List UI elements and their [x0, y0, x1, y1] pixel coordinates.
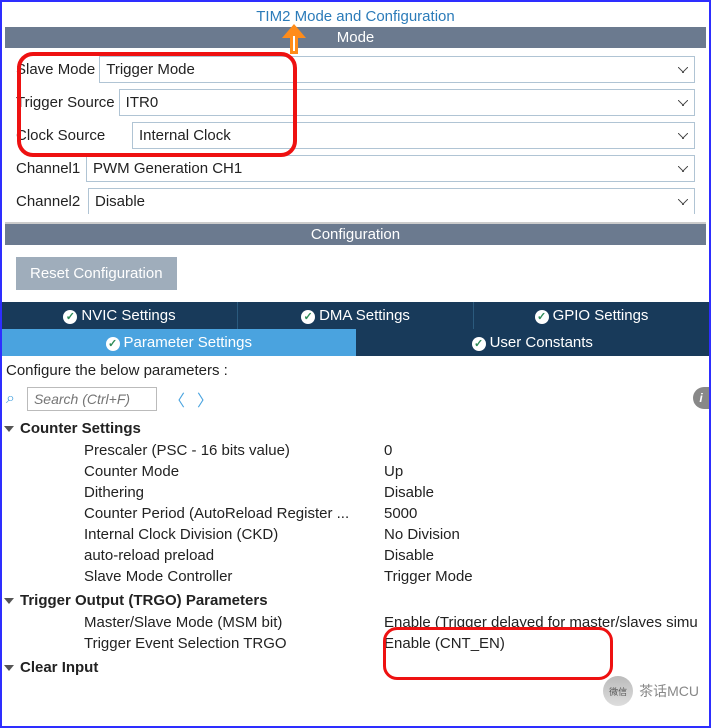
reset-configuration-button[interactable]: Reset Configuration [16, 257, 177, 290]
param-label: auto-reload preload [84, 547, 384, 564]
param-label: Trigger Event Selection TRGO [84, 635, 384, 652]
param-row[interactable]: Trigger Event Selection TRGOEnable (CNT_… [4, 633, 705, 654]
param-row[interactable]: Slave Mode ControllerTrigger Mode [4, 566, 705, 587]
chevron-down-icon [4, 426, 14, 432]
search-prev-button[interactable]: 〈 [169, 387, 185, 411]
config-body: Reset Configuration [2, 245, 709, 302]
tab-user-constants[interactable]: ✓ User Constants [356, 329, 710, 356]
clock-source-row: Clock Source Internal Clock [16, 122, 695, 149]
search-row: ⌕ 〈 〉 i [2, 387, 709, 417]
param-value: Up [384, 463, 705, 480]
tab-nvic-settings[interactable]: ✓ NVIC Settings [2, 302, 238, 329]
trgo-parameters-header[interactable]: Trigger Output (TRGO) Parameters [4, 589, 705, 612]
node-title: Clear Input [20, 659, 98, 676]
parameter-tree: Counter Settings Prescaler (PSC - 16 bit… [2, 417, 709, 679]
chevron-down-icon [4, 665, 14, 671]
watermark: 微信 茶话MCU [603, 676, 699, 706]
param-row[interactable]: Counter Period (AutoReload Register ...5… [4, 503, 705, 524]
param-value: Disable [384, 547, 705, 564]
page-title: TIM2 Mode and Configuration [2, 2, 709, 27]
node-title: Trigger Output (TRGO) Parameters [20, 592, 268, 609]
channel2-row: Channel2 Disable [16, 188, 695, 214]
wechat-icon: 微信 [603, 676, 633, 706]
tab-label: User Constants [490, 334, 593, 351]
search-next-button[interactable]: 〉 [197, 387, 213, 411]
tab-label: Parameter Settings [124, 334, 252, 351]
tab-label: NVIC Settings [81, 307, 175, 324]
channel1-row: Channel1 PWM Generation CH1 [16, 155, 695, 182]
search-icon[interactable]: ⌕ [6, 390, 15, 408]
param-row[interactable]: Counter ModeUp [4, 461, 705, 482]
param-row[interactable]: Internal Clock Division (CKD)No Division [4, 524, 705, 545]
param-label: Dithering [84, 484, 384, 501]
tabs-row-2: ✓ Parameter Settings ✓ User Constants [2, 329, 709, 356]
search-input[interactable] [27, 387, 157, 411]
trigger-source-row: Trigger Source ITR0 [16, 89, 695, 116]
param-label: Prescaler (PSC - 16 bits value) [84, 442, 384, 459]
check-icon: ✓ [472, 337, 486, 351]
counter-settings-node: Counter Settings Prescaler (PSC - 16 bit… [4, 417, 705, 587]
param-value: Enable (Trigger delayed for master/slave… [384, 614, 705, 631]
clock-source-select[interactable]: Internal Clock [132, 122, 695, 149]
tab-label: GPIO Settings [553, 307, 649, 324]
param-row[interactable]: DitheringDisable [4, 482, 705, 503]
tabs-row-1: ✓ NVIC Settings ✓ DMA Settings ✓ GPIO Setti… [2, 302, 709, 329]
clear-input-header[interactable]: Clear Input [4, 656, 705, 679]
channel2-select[interactable]: Disable [88, 188, 695, 214]
channel1-label: Channel1 [16, 160, 82, 177]
param-label: Counter Period (AutoReload Register ... [84, 505, 384, 522]
check-icon: ✓ [535, 310, 549, 324]
param-value: Enable (CNT_EN) [384, 635, 705, 652]
slave-mode-label: Slave Mode [16, 61, 95, 78]
mode-panel: Slave Mode Trigger Mode Trigger Source I… [2, 48, 709, 218]
slave-mode-select[interactable]: Trigger Mode [99, 56, 695, 83]
clock-source-label: Clock Source [16, 127, 128, 144]
param-value: No Division [384, 526, 705, 543]
trigger-source-label: Trigger Source [16, 94, 115, 111]
tab-gpio-settings[interactable]: ✓ GPIO Settings [474, 302, 709, 329]
info-icon[interactable]: i [693, 387, 709, 409]
check-icon: ✓ [301, 310, 315, 324]
check-icon: ✓ [106, 337, 120, 351]
param-row[interactable]: auto-reload preloadDisable [4, 545, 705, 566]
node-title: Counter Settings [20, 420, 141, 437]
param-label: Master/Slave Mode (MSM bit) [84, 614, 384, 631]
chevron-down-icon [4, 598, 14, 604]
param-row[interactable]: Prescaler (PSC - 16 bits value)0 [4, 440, 705, 461]
mode-section-header: Mode [5, 27, 706, 48]
param-value: Disable [384, 484, 705, 501]
channel2-label: Channel2 [16, 193, 84, 210]
param-label: Counter Mode [84, 463, 384, 480]
param-label: Internal Clock Division (CKD) [84, 526, 384, 543]
channel1-select[interactable]: PWM Generation CH1 [86, 155, 695, 182]
check-icon: ✓ [63, 310, 77, 324]
config-section-header: Configuration [5, 222, 706, 245]
param-label: Slave Mode Controller [84, 568, 384, 585]
clear-input-node: Clear Input [4, 656, 705, 679]
param-value: Trigger Mode [384, 568, 705, 585]
param-row[interactable]: Master/Slave Mode (MSM bit)Enable (Trigg… [4, 612, 705, 633]
param-value: 5000 [384, 505, 705, 522]
param-value: 0 [384, 442, 705, 459]
tab-parameter-settings[interactable]: ✓ Parameter Settings [2, 329, 356, 356]
tab-label: DMA Settings [319, 307, 410, 324]
trigger-source-select[interactable]: ITR0 [119, 89, 695, 116]
watermark-text: 茶话MCU [639, 681, 699, 701]
trgo-parameters-node: Trigger Output (TRGO) Parameters Master/… [4, 589, 705, 654]
slave-mode-row: Slave Mode Trigger Mode [16, 56, 695, 83]
annotation-arrow-up [282, 24, 306, 54]
tab-dma-settings[interactable]: ✓ DMA Settings [238, 302, 474, 329]
configure-hint: Configure the below parameters : [2, 356, 709, 387]
counter-settings-header[interactable]: Counter Settings [4, 417, 705, 440]
